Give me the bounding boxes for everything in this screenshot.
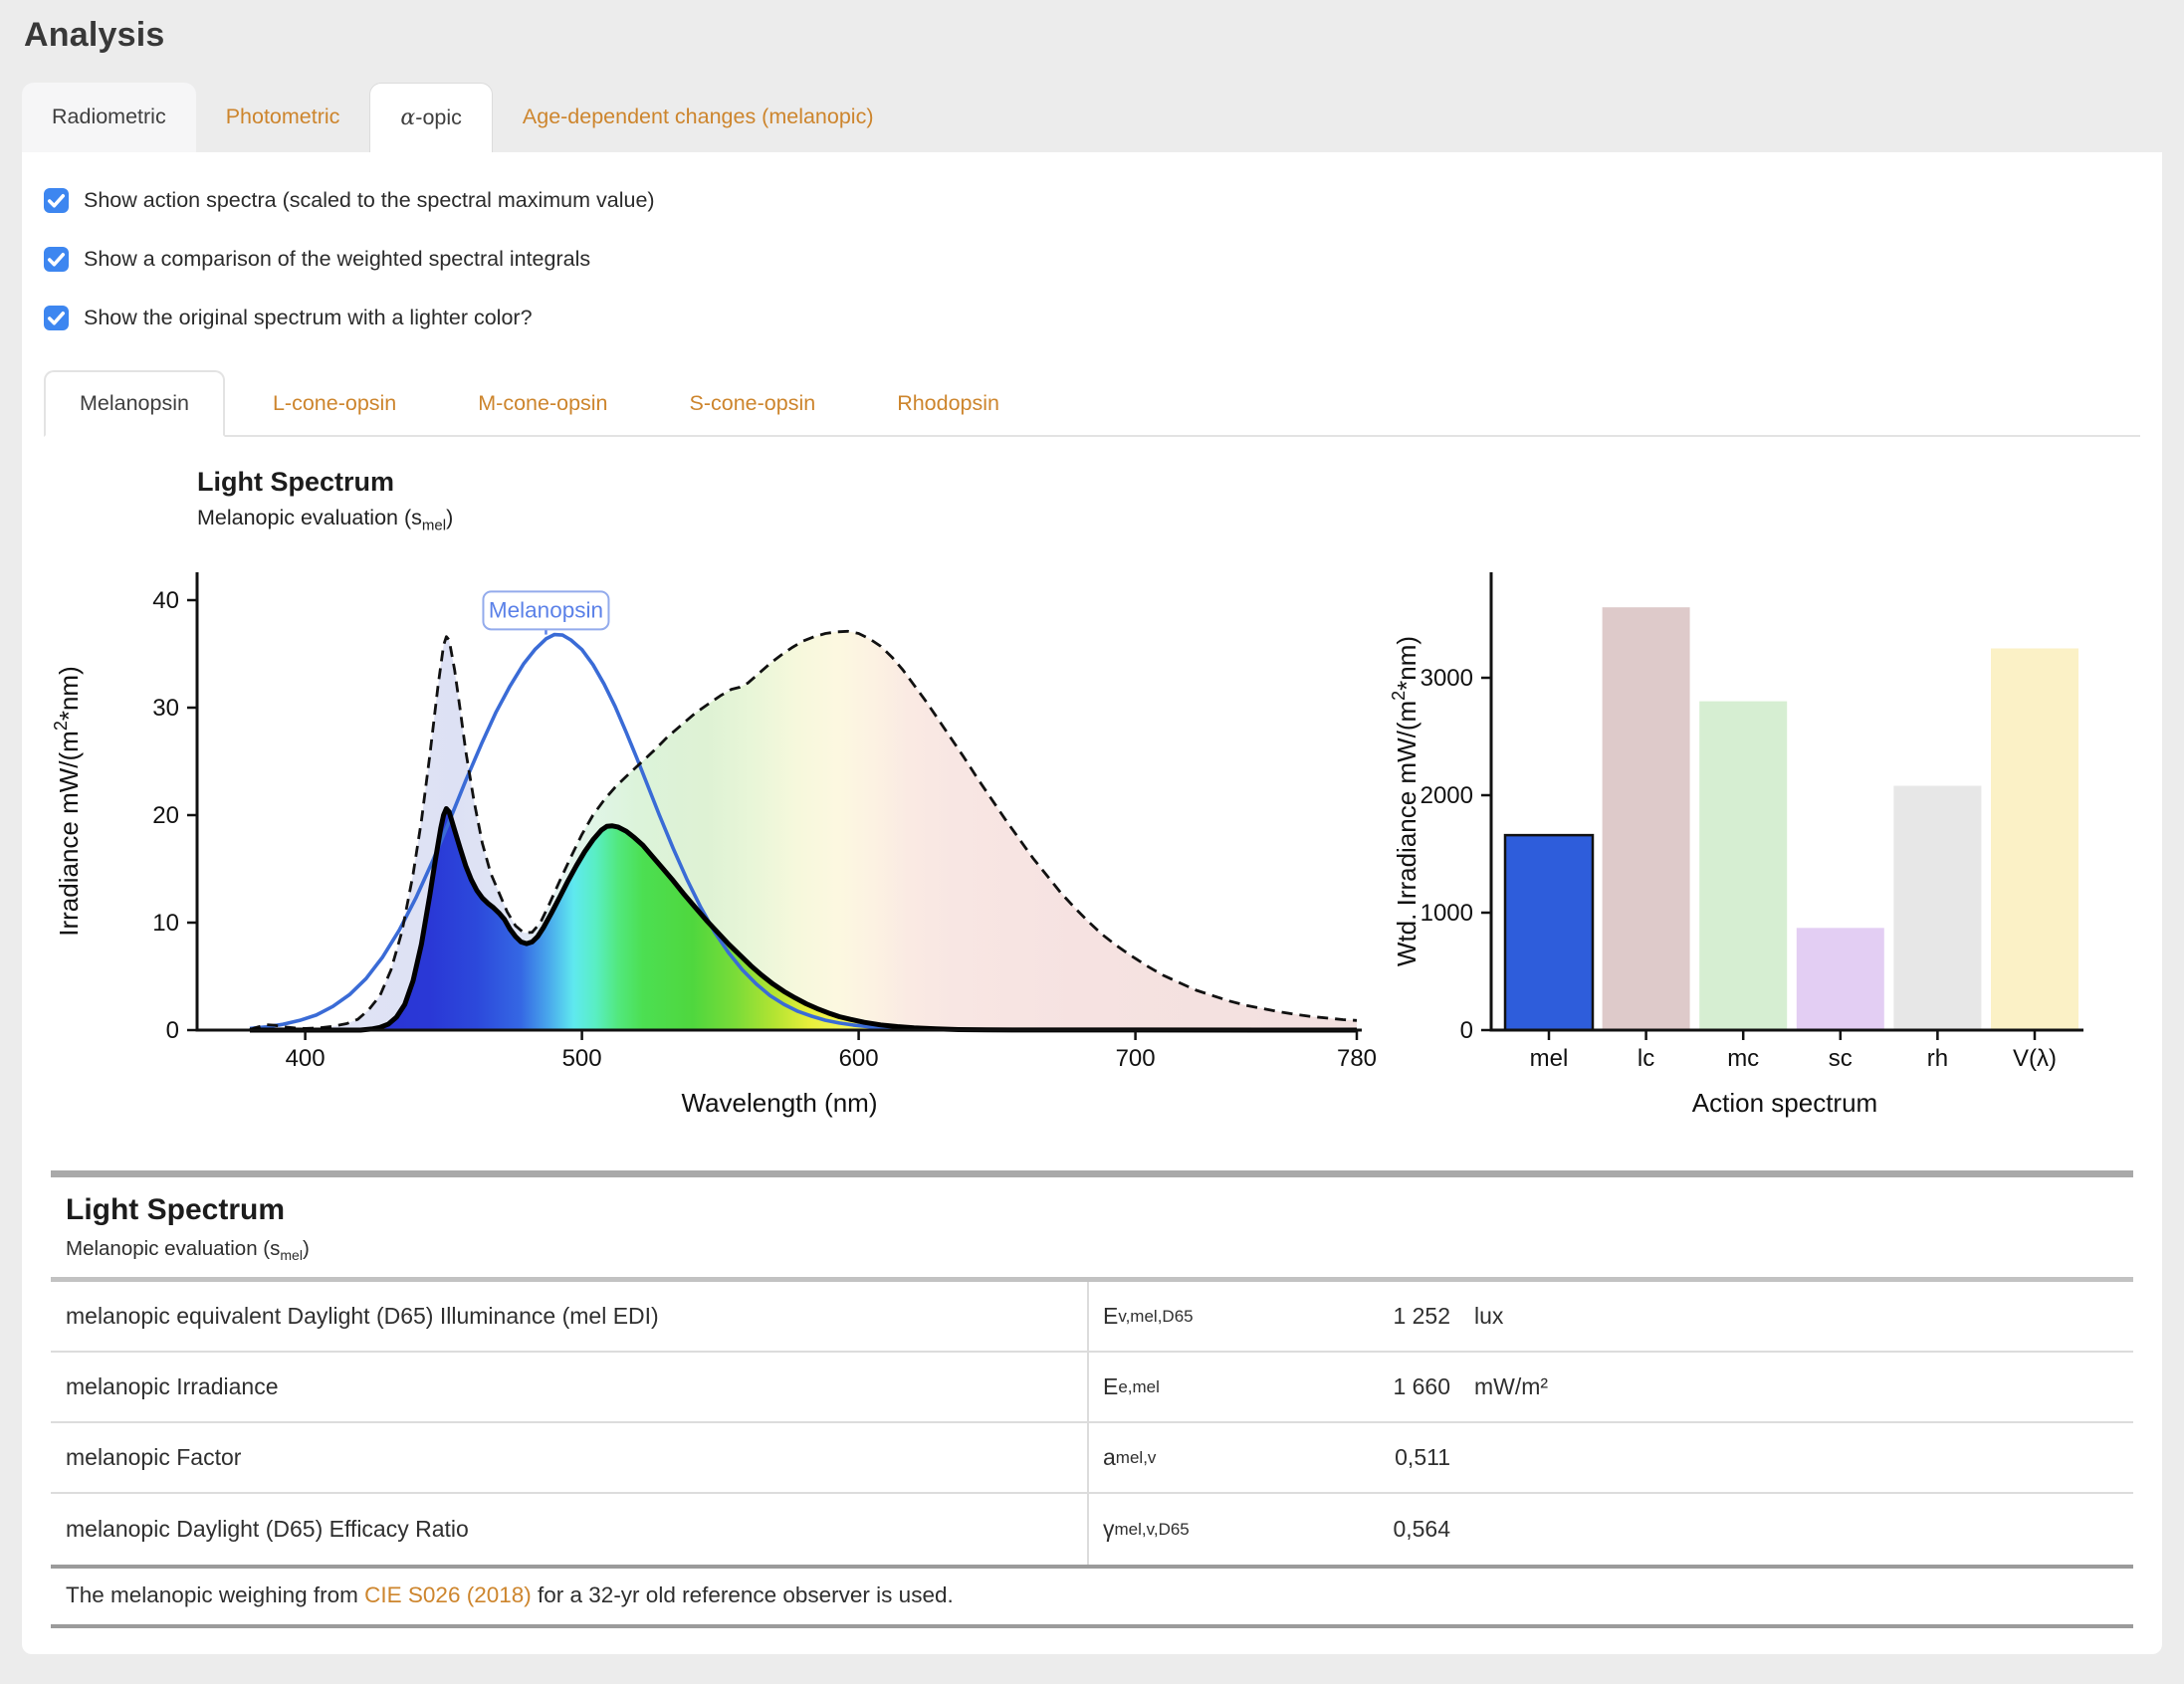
- row-label: melanopic Irradiance: [51, 1373, 1087, 1400]
- checkbox-checked-icon[interactable]: [44, 247, 69, 272]
- page-header: Analysis: [0, 0, 2184, 65]
- checkbox-checked-icon[interactable]: [44, 188, 69, 213]
- svg-text:Wtd. Irradiance mW/(m2*nm): Wtd. Irradiance mW/(m2*nm): [1389, 636, 1421, 966]
- results-subtitle: Melanopic evaluation (smel): [66, 1237, 2118, 1263]
- charts-row: Light Spectrum Melanopic evaluation (sme…: [38, 467, 2146, 1135]
- page-title: Analysis: [24, 16, 2160, 55]
- tab-photometric[interactable]: Photometric: [196, 83, 370, 152]
- svg-text:Irradiance mW/(m2*nm): Irradiance mW/(m2*nm): [51, 666, 84, 937]
- table-row: melanopic Daylight (D65) Efficacy Ratio …: [51, 1494, 2133, 1565]
- tab-alpha-opic[interactable]: α-opic: [369, 83, 492, 152]
- bar-rh: [1893, 786, 1981, 1030]
- svg-text:lc: lc: [1638, 1045, 1654, 1072]
- bar-lc: [1603, 607, 1690, 1030]
- row-label: melanopic equivalent Daylight (D65) Illu…: [51, 1303, 1087, 1330]
- row-unit: mW/m²: [1450, 1373, 2133, 1400]
- opsin-tab-bar: Melanopsin L-cone-opsin M-cone-opsin S-c…: [44, 370, 2140, 437]
- svg-text:mel: mel: [1530, 1045, 1569, 1072]
- weighted-bar-chart: 0 1000 2000 3000 mel lc mc sc rh V(λ) Action spect…: [1382, 552, 2168, 1135]
- bar-mc: [1699, 702, 1787, 1030]
- row-symbol: γmel,v,D65: [1087, 1494, 1339, 1565]
- row-symbol: amel,v: [1087, 1423, 1339, 1492]
- footnote-text: The melanopic weighing from: [66, 1582, 364, 1607]
- row-symbol: Ee,mel: [1087, 1353, 1339, 1421]
- results-title: Light Spectrum: [66, 1193, 2118, 1227]
- svg-text:600: 600: [839, 1045, 879, 1072]
- svg-text:700: 700: [1116, 1045, 1156, 1072]
- results-footnote: The melanopic weighing from CIE S026 (20…: [51, 1569, 2133, 1624]
- svg-text:0: 0: [1460, 1017, 1473, 1044]
- subtab-rhodopsin[interactable]: Rhodopsin: [863, 372, 1033, 435]
- checkbox-label: Show a comparison of the weighted spectr…: [84, 247, 590, 272]
- spectrum-chart-subtitle: Melanopic evaluation (smel): [197, 506, 1382, 533]
- alpha-opic-label: -opic: [415, 105, 462, 129]
- bar-mel: [1505, 835, 1593, 1030]
- row-label: melanopic Daylight (D65) Efficacy Ratio: [51, 1516, 1087, 1543]
- spectrum-plot: 400 500 600 700 780 0 10 20 30 40 Wavelength (nm) I…: [38, 552, 1382, 1130]
- svg-text:1000: 1000: [1420, 900, 1473, 927]
- table-row: melanopic Irradiance Ee,mel 1 660 mW/m²: [51, 1353, 2133, 1423]
- svg-text:mc: mc: [1727, 1045, 1759, 1072]
- tab-age-dependent-changes[interactable]: Age-dependent changes (melanopic): [493, 83, 904, 152]
- svg-text:3000: 3000: [1420, 665, 1473, 692]
- svg-text:10: 10: [152, 910, 179, 937]
- subtab-m-cone-opsin[interactable]: M-cone-opsin: [444, 372, 641, 435]
- x-axis-label: Wavelength (nm): [682, 1088, 878, 1118]
- svg-text:30: 30: [152, 695, 179, 722]
- svg-text:V(λ): V(λ): [2013, 1045, 2057, 1072]
- page-bottom-gap: [0, 1654, 2184, 1676]
- annotation-label: Melanopsin: [489, 597, 603, 622]
- row-value: 1 660: [1339, 1373, 1450, 1400]
- row-label: melanopic Factor: [51, 1444, 1087, 1471]
- row-value: 0,511: [1339, 1444, 1450, 1471]
- row-value: 1 252: [1339, 1303, 1450, 1330]
- svg-text:rh: rh: [1927, 1045, 1948, 1072]
- svg-text:sc: sc: [1829, 1045, 1853, 1072]
- svg-text:0: 0: [166, 1017, 179, 1044]
- option-show-original-lighter[interactable]: Show the original spectrum with a lighte…: [44, 306, 2140, 330]
- results-rows: melanopic equivalent Daylight (D65) Illu…: [51, 1282, 2133, 1565]
- table-row: melanopic equivalent Daylight (D65) Illu…: [51, 1282, 2133, 1353]
- bar-sc: [1797, 928, 1884, 1030]
- checkbox-label: Show action spectra (scaled to the spect…: [84, 188, 655, 213]
- row-value: 0,564: [1339, 1516, 1450, 1543]
- bar-V(λ): [1991, 649, 2078, 1031]
- option-show-comparison[interactable]: Show a comparison of the weighted spectr…: [44, 247, 2140, 272]
- divider: [51, 1624, 2133, 1628]
- svg-text:20: 20: [152, 802, 179, 829]
- footnote-text: for a 32-yr old reference observer is us…: [532, 1582, 954, 1607]
- tab-content-panel: Show action spectra (scaled to the spect…: [22, 152, 2162, 1654]
- subtab-melanopsin[interactable]: Melanopsin: [44, 370, 225, 437]
- checkbox-label: Show the original spectrum with a lighte…: [84, 306, 533, 330]
- cie-s026-link[interactable]: CIE S026 (2018): [364, 1582, 532, 1607]
- svg-text:400: 400: [286, 1045, 326, 1072]
- option-show-action-spectra[interactable]: Show action spectra (scaled to the spect…: [44, 188, 2140, 213]
- results-section: Light Spectrum Melanopic evaluation (sme…: [51, 1170, 2133, 1628]
- divider: [51, 1170, 2133, 1177]
- spectrum-chart: Light Spectrum Melanopic evaluation (sme…: [38, 467, 1382, 1135]
- bar-plot: 0 1000 2000 3000 mel lc mc sc rh V(λ) Action spect…: [1382, 552, 2168, 1130]
- subtab-l-cone-opsin[interactable]: L-cone-opsin: [239, 372, 430, 435]
- svg-text:500: 500: [562, 1045, 602, 1072]
- main-tab-bar: Radiometric Photometric α-opic Age-depen…: [22, 83, 2162, 152]
- svg-text:40: 40: [152, 587, 179, 614]
- x-axis-label: Action spectrum: [1692, 1088, 1877, 1118]
- row-symbol: Ev,mel,D65: [1087, 1282, 1339, 1351]
- subtab-s-cone-opsin[interactable]: S-cone-opsin: [656, 372, 850, 435]
- svg-text:2000: 2000: [1420, 782, 1473, 809]
- checkbox-checked-icon[interactable]: [44, 306, 69, 330]
- alpha-glyph: α: [400, 105, 415, 130]
- tab-radiometric[interactable]: Radiometric: [22, 83, 196, 152]
- spectrum-chart-title: Light Spectrum: [197, 467, 1382, 498]
- svg-text:780: 780: [1337, 1045, 1377, 1072]
- row-unit: lux: [1450, 1303, 2133, 1330]
- table-row: melanopic Factor amel,v 0,511: [51, 1423, 2133, 1494]
